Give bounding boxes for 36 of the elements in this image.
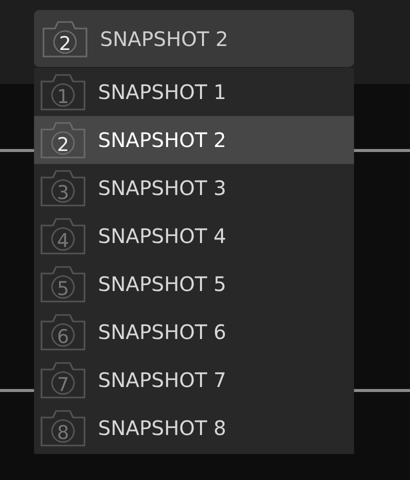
camera-icon — [40, 409, 86, 447]
menu-item[interactable]: 5 SNAPSHOT 5 — [34, 260, 354, 308]
menu-item[interactable]: 2 SNAPSHOT 2 — [34, 116, 354, 164]
snapshot-number: 8 — [56, 421, 70, 445]
item-label: SNAPSHOT 8 — [98, 416, 226, 440]
item-label: SNAPSHOT 7 — [98, 368, 226, 392]
camera-icon — [40, 313, 86, 351]
item-label: SNAPSHOT 1 — [98, 80, 226, 104]
snapshot-number: 5 — [56, 277, 70, 301]
snapshot-number: 7 — [56, 373, 70, 397]
snapshot-number: 6 — [56, 325, 70, 349]
item-label: SNAPSHOT 2 — [98, 128, 226, 152]
menu-item[interactable]: 3 SNAPSHOT 3 — [34, 164, 354, 212]
item-label: SNAPSHOT 3 — [98, 176, 226, 200]
camera-icon — [40, 265, 86, 303]
item-label: SNAPSHOT 5 — [98, 272, 226, 296]
menu-item[interactable]: 8 SNAPSHOT 8 — [34, 404, 354, 452]
camera-icon — [40, 169, 86, 207]
snapshot-number: 4 — [56, 229, 70, 253]
camera-icon — [40, 73, 86, 111]
camera-icon — [40, 121, 86, 159]
snapshot-number: 2 — [56, 133, 70, 157]
dropdown-label: SNAPSHOT 2 — [100, 26, 228, 50]
menu-item[interactable]: 1 SNAPSHOT 1 — [34, 68, 354, 116]
camera-icon — [40, 361, 86, 399]
snapshot-dropdown[interactable]: 2 SNAPSHOT 2 — [34, 10, 354, 67]
camera-icon — [42, 20, 88, 58]
item-label: SNAPSHOT 6 — [98, 320, 226, 344]
snapshot-number: 1 — [56, 85, 70, 109]
snapshot-number: 3 — [56, 181, 70, 205]
menu-item[interactable]: 4 SNAPSHOT 4 — [34, 212, 354, 260]
snapshot-number: 2 — [58, 32, 72, 56]
menu-item[interactable]: 6 SNAPSHOT 6 — [34, 308, 354, 356]
menu-item[interactable]: 7 SNAPSHOT 7 — [34, 356, 354, 404]
camera-icon — [40, 217, 86, 255]
item-label: SNAPSHOT 4 — [98, 224, 226, 248]
